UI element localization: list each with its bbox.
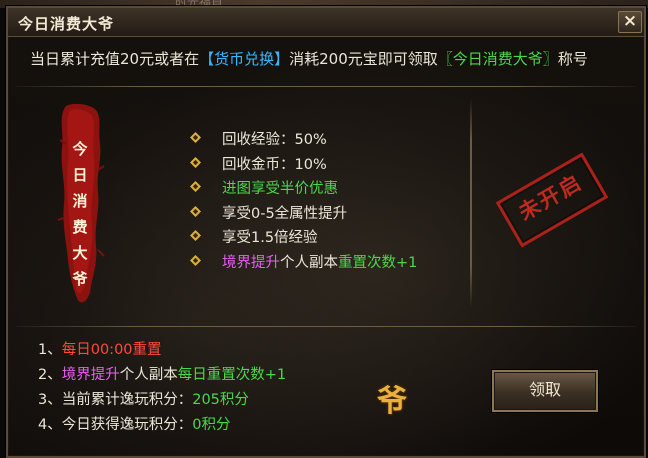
benefit-text: 回收经验：50% [222, 128, 327, 149]
text-segment: 享受0-5全属性提升 [222, 205, 348, 222]
benefit-text: 进图享受半价优惠 [222, 177, 338, 198]
rule-item: 2、境界提升个人副本每日重置次数+1 [38, 363, 286, 388]
benefits-list: 回收经验：50% 回收金币：10% 进图享受半价优惠 享受0-5全属性提升 享受1.5倍… [188, 128, 478, 275]
text-segment: 重置次数+1 [338, 254, 418, 271]
benefit-text: 回收金币：10% [222, 153, 327, 174]
benefit-item: 享受0-5全属性提升 [188, 202, 478, 227]
benefit-item: 享受1.5倍经验 [188, 226, 478, 251]
description-part3: 称号 [557, 50, 588, 68]
text-segment: 205积分 [192, 392, 249, 408]
banner-char: 大 [72, 244, 88, 262]
benefit-item: 进图享受半价优惠 [188, 177, 478, 202]
text-segment: 境界提升 [61, 367, 120, 383]
diamond-bullet-icon [190, 181, 201, 192]
benefit-item: 境界提升个人副本重置次数+1 [188, 251, 478, 276]
text-segment: 2、 [38, 367, 62, 383]
title-banner: 今日消费大爷 [52, 100, 108, 310]
description-part2: 消耗200元宝即可领取 [289, 50, 438, 68]
rule-item: 1、每日00:00重置 [38, 338, 286, 363]
description-part1: 当日累计充值20元或者在 [30, 50, 200, 68]
benefit-text: 境界提升个人副本重置次数+1 [222, 251, 417, 272]
rule-item: 3、当前累计逸玩积分：205积分 [38, 388, 286, 413]
diamond-bullet-icon [190, 254, 201, 266]
divider-bottom [16, 326, 636, 327]
currency-exchange-link[interactable]: 【货币兑换】 [199, 50, 289, 68]
text-segment: 4、今日获得逸玩积分： [38, 417, 193, 433]
vertical-divider [470, 98, 472, 308]
text-segment: 个人副本 [280, 254, 338, 271]
status-stamp: 未开启 [495, 152, 609, 248]
text-segment: 1、 [38, 342, 62, 358]
claim-button[interactable]: 领取 [492, 370, 598, 412]
diamond-bullet-icon [190, 132, 201, 143]
benefit-item: 回收金币：10% [188, 153, 478, 178]
text-segment: 3、当前累计逸玩积分： [38, 392, 193, 408]
text-segment: 回收经验：50% [222, 132, 327, 148]
close-button[interactable]: × [618, 11, 642, 33]
title-bar: 今日消费大爷 × [8, 8, 644, 37]
text-segment: 每日00:00重置 [61, 342, 162, 358]
diamond-bullet-icon [190, 230, 201, 241]
description-row: 当日累计充值20元或者在【货币兑换】消耗200元宝即可领取〖今日消费大爷〗称号 [30, 48, 588, 69]
ye-emblem: 爷 [377, 384, 407, 419]
divider-top [16, 86, 636, 87]
text-segment: 回收金币：10% [222, 156, 327, 173]
text-segment: 0积分 [192, 417, 231, 433]
benefit-item: 回收经验：50% [188, 128, 478, 153]
benefit-text: 享受1.5倍经验 [222, 226, 318, 247]
text-segment: 个人副本 [119, 367, 178, 383]
benefit-text: 享受0-5全属性提升 [222, 202, 347, 223]
text-segment: 境界提升 [222, 254, 280, 271]
banner-char: 爷 [72, 270, 88, 288]
title-name: 〖今日消费大爷〗 [437, 50, 558, 68]
rule-item: 4、今日获得逸玩积分：0积分 [38, 413, 286, 438]
text-segment: 进图享受半价优惠 [222, 181, 338, 197]
banner-char: 日 [72, 166, 88, 184]
banner-char: 消 [72, 192, 88, 210]
rules-list: 1、每日00:00重置 2、境界提升个人副本每日重置次数+1 3、当前累计逸玩积分：… [38, 338, 286, 438]
text-segment: 享受1.5倍经验 [222, 230, 318, 246]
text-segment: 每日重置次数+1 [177, 367, 287, 383]
diamond-bullet-icon [190, 156, 201, 168]
banner-char: 今 [72, 140, 88, 158]
banner-char: 费 [72, 218, 88, 236]
diamond-bullet-icon [190, 205, 201, 217]
window-title: 今日消费大爷 [18, 15, 115, 33]
event-window: 今日消费大爷 × 当日累计充值20元或者在【货币兑换】消耗200元宝即可领取〖今… [6, 6, 646, 458]
